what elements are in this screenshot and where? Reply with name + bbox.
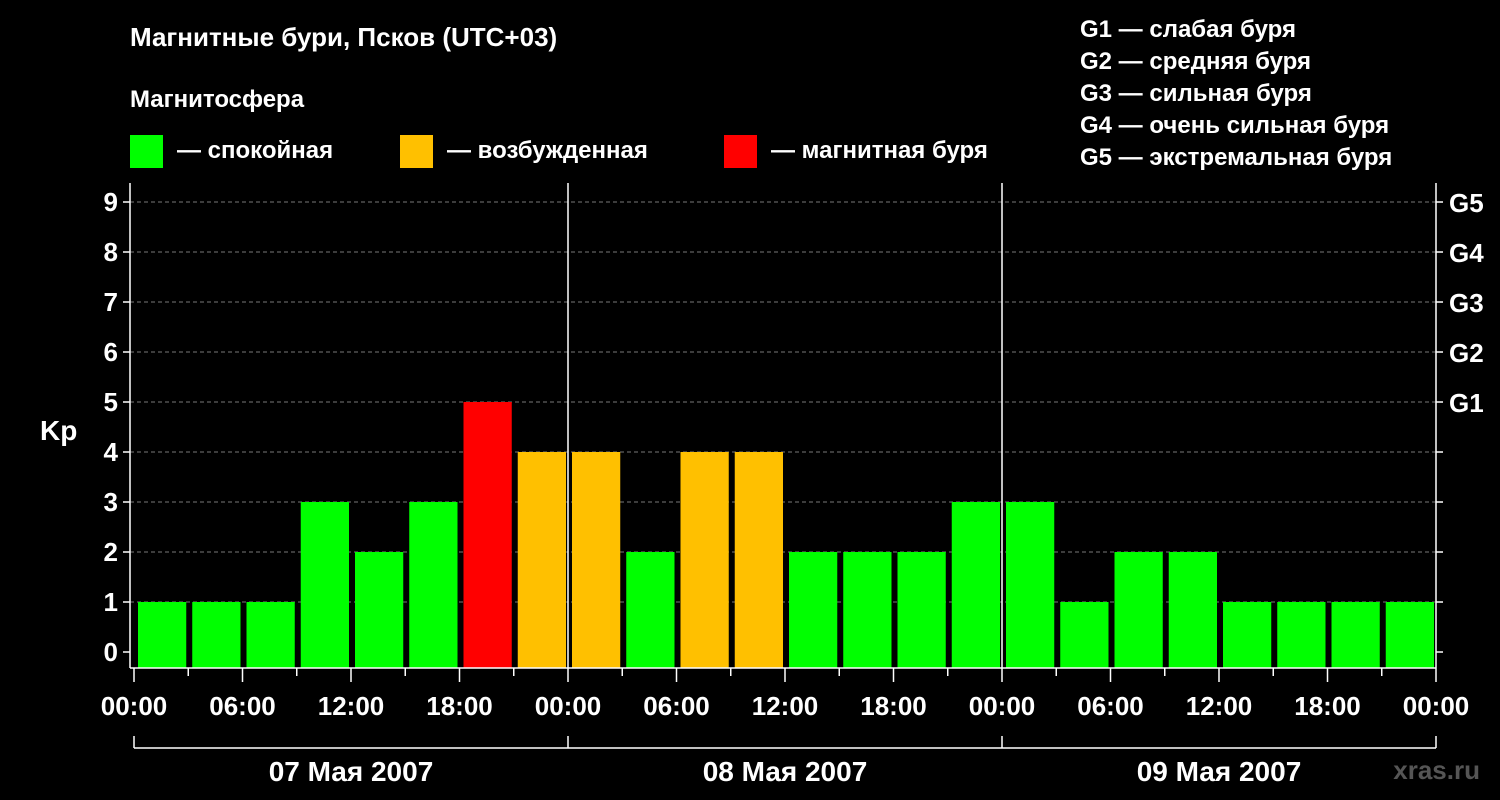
bar-10 [680,452,729,668]
x-tick-label-8: 00:00 [969,691,1036,721]
bar-21 [1277,602,1326,668]
x-tick-label-2: 12:00 [318,691,385,721]
x-tick-label-1: 06:00 [209,691,276,721]
y-tick-label-9: 9 [104,187,118,217]
right-tick-label-G1: G1 [1449,388,1484,418]
bar-14 [897,552,946,668]
x-tick-label-12: 00:00 [1403,691,1470,721]
x-tick-label-4: 00:00 [535,691,602,721]
bar-9 [626,552,675,668]
y-tick-label-0: 0 [104,637,118,667]
right-tick-label-G3: G3 [1449,288,1484,318]
x-tick-label-10: 12:00 [1186,691,1253,721]
right-tick-label-G5: G5 [1449,188,1484,218]
x-tick-label-6: 12:00 [752,691,819,721]
y-axis-label: Kp [40,415,77,446]
right-tick-label-G2: G2 [1449,338,1484,368]
bar-20 [1223,602,1272,668]
x-tick-label-11: 18:00 [1294,691,1361,721]
bar-4 [355,552,404,668]
bar-16 [1006,502,1055,668]
day-label-1: 08 Мая 2007 [703,756,868,787]
y-tick-label-6: 6 [104,337,118,367]
x-tick-label-7: 18:00 [860,691,927,721]
kp-bar-chart: 0 1 2 3 4 5 6 7 8 9 G1 G2 G3 G4 G5 Kp 00:00 06:00 12:00 18:… [40,183,1484,787]
bar-2 [246,602,295,668]
y-tick-label-7: 7 [104,287,118,317]
y-tick-label-4: 4 [104,437,119,467]
bar-7 [517,452,566,668]
y-tick-label-5: 5 [104,387,118,417]
y-tick-label-1: 1 [104,587,118,617]
bar-12 [789,552,838,668]
x-tick-label-3: 18:00 [426,691,493,721]
y-tick-label-2: 2 [104,537,118,567]
bar-15 [951,502,1000,668]
bar-5 [409,502,458,668]
bar-13 [843,552,892,668]
bar-23 [1385,602,1434,668]
bar-17 [1060,602,1109,668]
watermark: xras.ru [1393,755,1480,785]
day-label-0: 07 Мая 2007 [269,756,434,787]
bar-18 [1114,552,1163,668]
x-tick-label-0: 00:00 [101,691,168,721]
bar-1 [192,602,241,668]
bar-8 [572,452,621,668]
bar-0 [138,602,187,668]
x-tick-label-9: 06:00 [1077,691,1144,721]
bar-3 [300,502,349,668]
bar-11 [734,452,783,668]
bar-22 [1331,602,1380,668]
bar-19 [1168,552,1217,668]
day-label-2: 09 Мая 2007 [1137,756,1302,787]
x-tick-label-5: 06:00 [643,691,710,721]
y-tick-label-3: 3 [104,487,118,517]
bar-6 [463,402,512,668]
y-tick-label-8: 8 [104,237,118,267]
right-tick-label-G4: G4 [1449,238,1484,268]
